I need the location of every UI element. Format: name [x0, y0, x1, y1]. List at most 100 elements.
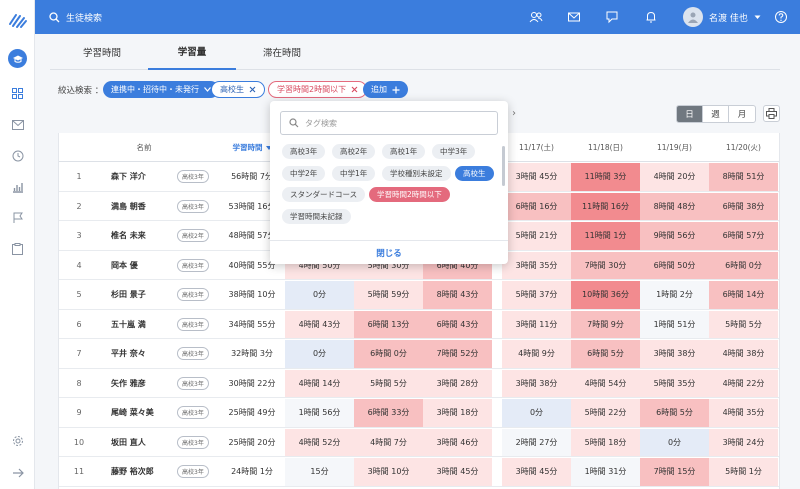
day-cell[interactable]: 3時間 45分 [423, 458, 492, 486]
status-filter-chip[interactable]: 連携中・招待中・未発行 [103, 81, 219, 98]
day-cell[interactable]: 6時間 57分 [709, 222, 778, 250]
day-cell[interactable]: 7時間 15分 [640, 458, 709, 486]
period-week[interactable]: 週 [703, 106, 729, 122]
app-logo-icon[interactable] [8, 10, 28, 30]
table-row[interactable]: 6 五十嵐 満高校3年 34時間 55分 4時間 43分 6時間 13分 6時間 43分 3… [59, 310, 779, 339]
sidebar-item-settings[interactable] [8, 431, 27, 450]
day-cell[interactable]: 3時間 45分 [502, 163, 571, 191]
student-name[interactable]: 坂田 直人 [111, 428, 177, 458]
tag-option[interactable]: 高校1年 [382, 144, 426, 159]
day-cell[interactable]: 3時間 38分 [502, 369, 571, 397]
day-cell[interactable]: 4時間 52分 [285, 428, 354, 456]
day-cell[interactable]: 3時間 46分 [423, 428, 492, 456]
day-cell[interactable]: 5時間 5分 [709, 310, 778, 338]
table-row[interactable]: 8 矢作 雅彦 高校3年 30時間 22分 4時間 14分 5時間 5分 3時間 28分 3時… [59, 369, 779, 399]
day-cell[interactable]: 11時間 1分 [571, 222, 640, 250]
day-cell[interactable]: 3時間 11分 [502, 310, 571, 338]
student-name[interactable]: 矢作 雅彦 [111, 369, 177, 399]
tag-option[interactable]: 高校生 [455, 166, 494, 181]
day-cell[interactable]: 6時間 16分 [502, 192, 571, 220]
day-cell[interactable]: 11時間 3分 [571, 163, 640, 191]
day-cell[interactable]: 9時間 56分 [640, 222, 709, 250]
day-cell[interactable]: 7時間 9分 [571, 310, 640, 338]
day-cell[interactable]: 6時間 38分 [709, 192, 778, 220]
table-row[interactable]: 7 平井 奈々 高校3年 32時間 3分 0分 6時間 0分 7時間 52分 4時間 9分 6時… [59, 339, 779, 369]
day-cell[interactable]: 4時間 38分 [709, 340, 778, 368]
day-cell[interactable]: 3時間 45分 [502, 458, 571, 486]
student-name[interactable]: 尾崎 菜々美 [111, 398, 177, 428]
day-cell[interactable]: 4時間 14分 [285, 369, 354, 397]
day-cell[interactable]: 5時間 22分 [571, 399, 640, 427]
student-name[interactable]: 森下 洋介 [111, 162, 177, 192]
day-cell[interactable]: 3時間 10分 [354, 458, 423, 486]
day-cell[interactable]: 4時間 43分 [285, 310, 354, 338]
day-cell[interactable]: 5時間 5分 [354, 369, 423, 397]
tab-study-amount[interactable]: 学習量 [148, 34, 236, 70]
day-cell[interactable]: 6時間 5分 [571, 340, 640, 368]
next-period-chevron-icon[interactable]: › [512, 108, 516, 119]
chat-icon[interactable] [605, 10, 619, 24]
user-menu[interactable]: 名渡 佳也 [683, 7, 761, 27]
day-cell[interactable]: 0分 [285, 281, 354, 309]
sidebar-item-logout[interactable] [8, 463, 27, 482]
day-cell[interactable]: 3時間 18分 [423, 399, 492, 427]
tag-option[interactable]: スタンダードコース [282, 187, 366, 202]
close-icon[interactable] [249, 86, 256, 93]
day-cell[interactable]: 5時間 35分 [640, 369, 709, 397]
tag-option[interactable]: 学習時間未記録 [282, 209, 351, 224]
day-cell[interactable]: 6時間 5分 [640, 399, 709, 427]
tag-option[interactable]: 中学1年 [332, 166, 376, 181]
period-month[interactable]: 月 [729, 106, 755, 122]
day-cell[interactable]: 1時間 31分 [571, 458, 640, 486]
tag-chip-high-school[interactable]: 高校生 [211, 81, 265, 98]
day-cell[interactable]: 6時間 0分 [354, 340, 423, 368]
day-cell[interactable]: 8時間 43分 [423, 281, 492, 309]
day-cell[interactable]: 6時間 14分 [709, 281, 778, 309]
student-name[interactable]: 藤野 裕次郎 [111, 457, 177, 487]
sidebar-item-students[interactable] [8, 49, 27, 68]
sidebar-item-history[interactable] [8, 146, 27, 165]
day-cell[interactable]: 3時間 38分 [640, 340, 709, 368]
day-cell[interactable]: 11時間 16分 [571, 192, 640, 220]
day-cell[interactable]: 1時間 56分 [285, 399, 354, 427]
day-cell[interactable]: 4時間 20分 [640, 163, 709, 191]
day-cell[interactable]: 5時間 37分 [502, 281, 571, 309]
day-cell[interactable]: 8時間 48分 [640, 192, 709, 220]
day-cell[interactable]: 5時間 18分 [571, 428, 640, 456]
day-cell[interactable]: 4時間 7分 [354, 428, 423, 456]
table-row[interactable]: 9 尾崎 菜々美 高校3年 25時間 49分 1時間 56分 6時間 33分 3時間 18分… [59, 398, 779, 428]
close-popover-button[interactable]: 閉じる [270, 240, 508, 264]
student-name[interactable]: 椎名 未来 [111, 221, 177, 251]
close-icon[interactable] [351, 86, 358, 93]
tag-chip-study-under-2h[interactable]: 学習時間2時間以下 [268, 81, 368, 98]
day-cell[interactable]: 6時間 0分 [709, 251, 778, 279]
help-icon[interactable] [774, 10, 788, 24]
student-name[interactable]: 満島 朝香 [111, 192, 177, 222]
sidebar-item-materials[interactable] [8, 239, 27, 258]
day-cell[interactable]: 0分 [640, 428, 709, 456]
day-cell[interactable]: 6時間 13分 [354, 310, 423, 338]
popover-scrollbar[interactable] [502, 146, 505, 186]
day-cell[interactable]: 3時間 35分 [502, 251, 571, 279]
day-cell[interactable]: 4時間 35分 [709, 399, 778, 427]
day-cell[interactable]: 1時間 2分 [640, 281, 709, 309]
tab-stay-time[interactable]: 滞在時間 [238, 34, 326, 70]
table-row[interactable]: 10 坂田 直人 高校3年 25時間 20分 4時間 52分 4時間 7分 3時間 46分 2… [59, 428, 779, 458]
tag-search-input[interactable]: タグ検索 [280, 111, 498, 135]
day-cell[interactable]: 5時間 1分 [709, 458, 778, 486]
student-search[interactable]: 生徒検索 [49, 11, 102, 24]
day-cell[interactable]: 7時間 52分 [423, 340, 492, 368]
day-cell[interactable]: 15分 [285, 458, 354, 486]
day-cell[interactable]: 10時間 36分 [571, 281, 640, 309]
tag-option[interactable]: 高校3年 [282, 144, 326, 159]
day-cell[interactable]: 6時間 43分 [423, 310, 492, 338]
student-name[interactable]: 平井 奈々 [111, 339, 177, 369]
day-cell[interactable]: 0分 [285, 340, 354, 368]
day-cell[interactable]: 0分 [502, 399, 571, 427]
tag-option[interactable]: 学習時間2時間以下 [369, 187, 450, 202]
tag-option[interactable]: 学校種別未設定 [382, 166, 451, 181]
print-button[interactable] [763, 105, 780, 122]
sidebar-item-messages[interactable] [8, 115, 27, 134]
users-icon[interactable] [529, 10, 543, 24]
day-cell[interactable]: 6時間 33分 [354, 399, 423, 427]
